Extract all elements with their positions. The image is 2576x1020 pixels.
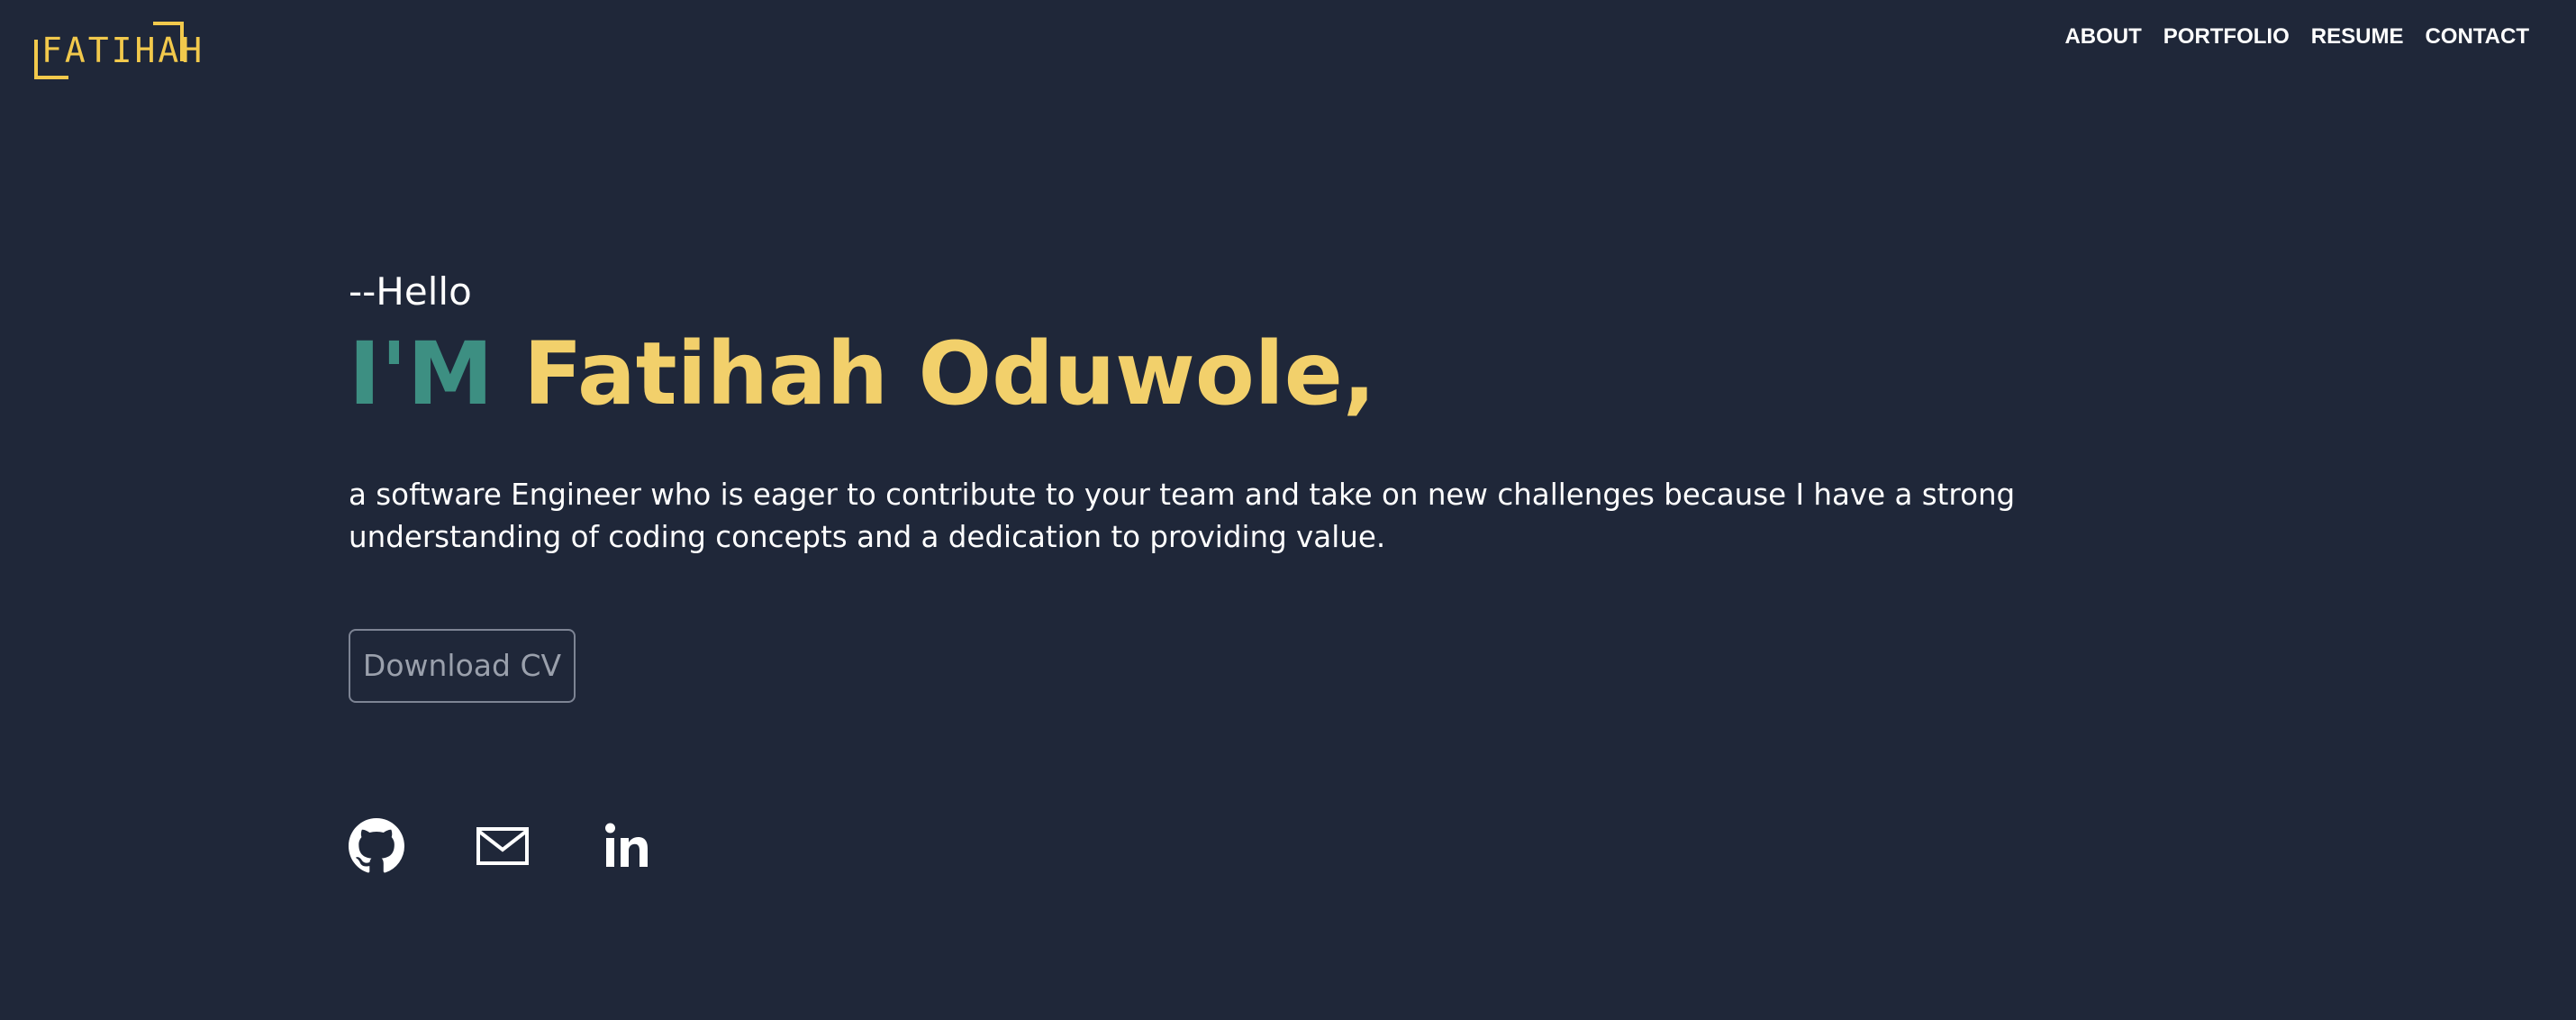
hero-name: Fatihah Oduwole,: [523, 323, 1376, 424]
hero-tagline: a software Engineer who is eager to cont…: [349, 478, 2016, 554]
linkedin-link[interactable]: [601, 818, 657, 874]
greeting-text: --Hello: [349, 269, 472, 314]
download-cv-button[interactable]: Download CV: [349, 629, 576, 703]
nav-item-contact[interactable]: CONTACT: [2425, 22, 2529, 52]
linkedin-icon: [605, 823, 648, 867]
nav-item-resume[interactable]: RESUME: [2311, 22, 2404, 52]
mail-icon: [476, 827, 529, 865]
github-icon: [349, 818, 404, 873]
github-link[interactable]: [349, 818, 404, 874]
im-label: I'M: [349, 323, 494, 424]
site-logo[interactable]: FATIHAH: [34, 22, 202, 79]
main-nav: ABOUT PORTFOLIO RESUME CONTACT: [2064, 22, 2529, 52]
social-links: [349, 818, 657, 874]
hero-headline: I'M Fatihah Oduwole,: [349, 321, 2240, 427]
hero-section: --Hello I'M Fatihah Oduwole, a software …: [349, 265, 2240, 873]
nav-item-about[interactable]: ABOUT: [2064, 22, 2141, 52]
logo-text: FATIHAH: [41, 31, 205, 70]
nav-item-portfolio[interactable]: PORTFOLIO: [2163, 22, 2290, 52]
mail-link[interactable]: [475, 818, 531, 874]
